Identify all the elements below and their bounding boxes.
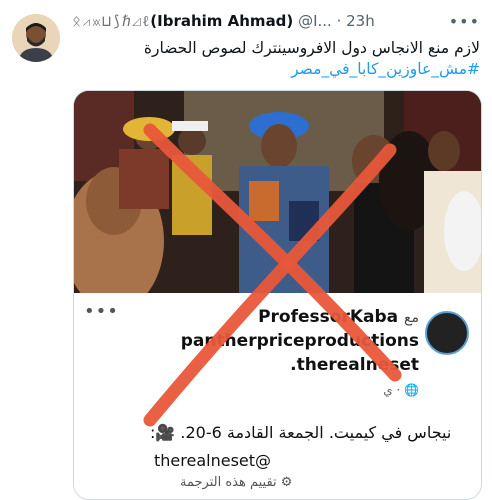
media-photo[interactable] [74, 91, 481, 311]
tweet-header: ᛟ⩘⩙⊔⟆ℏ⊿ℓ(Ibrahim Ahmad) @I... · 23h ••• [72, 12, 482, 34]
card-meta: ي · 🌐 [383, 383, 419, 397]
card-line-1: ProfessorKaba مع [258, 307, 419, 327]
card-body-text: نيجاس في كيميت. الجمعة القادمة 6-20. 🎥: [150, 423, 452, 442]
more-dots-icon[interactable]: ••• [449, 12, 480, 31]
crowd-photo-illustration [74, 91, 481, 311]
card-collaborator-1[interactable]: pantherpriceproductions [181, 331, 419, 351]
tweet-time[interactable]: 23h [346, 12, 375, 30]
author-display-glyphs[interactable]: ᛟ⩘⩙⊔⟆ℏ⊿ℓ [72, 12, 150, 30]
card-avatar[interactable] [425, 311, 469, 355]
card-collaborator-2[interactable]: .therealneset [290, 355, 419, 375]
tweet-media[interactable]: ••• ProfessorKaba مع pantherpriceproduct… [73, 90, 482, 500]
card-author-name[interactable]: ProfessorKaba [258, 307, 398, 327]
embedded-post-card[interactable]: ••• ProfessorKaba مع pantherpriceproduct… [74, 293, 481, 499]
tweet-text: لازم منع الانجاس دول الافروسينترك لصوص ا… [72, 38, 480, 80]
card-body-handle[interactable]: therealneset@ [154, 451, 271, 470]
author-handle[interactable]: @I... [298, 12, 332, 30]
card-more-icon[interactable]: ••• [84, 301, 119, 322]
author-avatar[interactable] [12, 14, 60, 62]
tweet-body: لازم منع الانجاس دول الافروسينترك لصوص ا… [143, 39, 480, 57]
author-name[interactable]: (Ibrahim Ahmad) [150, 12, 293, 30]
card-translation-rating[interactable]: ⚙ تقييم هذه الترجمة [180, 475, 292, 490]
card-with-label: مع [404, 310, 419, 326]
separator-dot: · [336, 12, 342, 30]
hashtag-link[interactable]: #مش_عاوزين_كابا_في_مصر [72, 59, 480, 80]
